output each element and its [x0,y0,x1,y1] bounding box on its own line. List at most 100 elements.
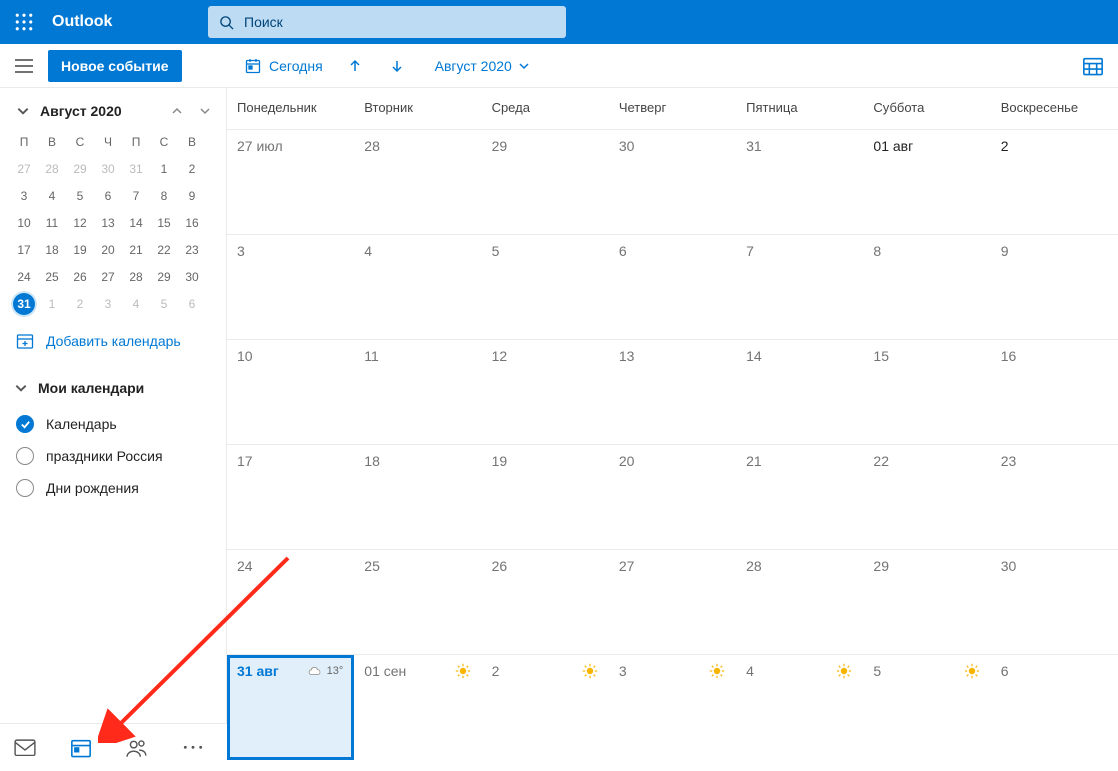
mini-cal-day[interactable]: 27 [94,263,122,290]
mini-cal-day[interactable]: 20 [94,236,122,263]
mini-cal-day[interactable]: 30 [178,263,206,290]
mini-cal-day[interactable]: 23 [178,236,206,263]
grid-day-cell[interactable]: 31 авг13° [227,655,354,760]
month-picker-button[interactable]: Август 2020 [427,52,538,80]
mini-cal-day[interactable]: 21 [122,236,150,263]
grid-day-cell[interactable]: 29 [863,550,990,654]
grid-day-cell[interactable]: 01 авг [863,130,990,234]
mini-cal-day[interactable]: 9 [178,182,206,209]
grid-day-cell[interactable]: 18 [354,445,481,549]
mini-cal-day[interactable]: 7 [122,182,150,209]
mini-cal-day[interactable]: 14 [122,209,150,236]
grid-day-cell[interactable]: 24 [227,550,354,654]
mini-cal-day[interactable]: 22 [150,236,178,263]
mini-cal-day[interactable]: 10 [10,209,38,236]
mini-cal-day[interactable]: 18 [38,236,66,263]
grid-day-cell[interactable]: 28 [736,550,863,654]
mini-cal-day[interactable]: 5 [66,182,94,209]
mini-cal-day[interactable]: 3 [10,182,38,209]
add-calendar-button[interactable]: Добавить календарь [0,318,226,364]
grid-day-cell[interactable]: 31 [736,130,863,234]
grid-day-cell[interactable]: 3 [609,655,736,760]
calendar-list-item[interactable]: Календарь [14,408,212,440]
grid-day-cell[interactable]: 3 [227,235,354,339]
mini-cal-day[interactable]: 5 [150,290,178,317]
mini-cal-day[interactable]: 6 [94,182,122,209]
grid-day-cell[interactable]: 26 [482,550,609,654]
mini-cal-day[interactable]: 4 [38,182,66,209]
today-button[interactable]: Сегодня [237,52,331,80]
grid-day-cell[interactable]: 4 [354,235,481,339]
mini-cal-day[interactable]: 28 [38,155,66,182]
mini-cal-day[interactable]: 4 [122,290,150,317]
grid-day-cell[interactable]: 23 [991,445,1118,549]
calendar-list-item[interactable]: Дни рождения [14,472,212,504]
mini-cal-day[interactable]: 1 [150,155,178,182]
hamburger-button[interactable] [12,54,36,78]
grid-day-cell[interactable]: 11 [354,340,481,444]
grid-day-cell[interactable]: 6 [991,655,1118,760]
prev-period-button[interactable] [337,48,373,84]
mini-cal-day[interactable]: 31 [122,155,150,182]
calendar-nav-button[interactable] [70,737,92,759]
mini-cal-prev-button[interactable] [168,102,186,120]
mini-cal-day[interactable]: 6 [178,290,206,317]
calendar-checkbox[interactable] [16,447,34,465]
mini-cal-day[interactable]: 28 [122,263,150,290]
calendar-list-item[interactable]: праздники Россия [14,440,212,472]
next-period-button[interactable] [379,48,415,84]
mini-cal-day[interactable]: 24 [10,263,38,290]
people-nav-button[interactable] [126,737,148,759]
grid-day-cell[interactable]: 2 [991,130,1118,234]
grid-day-cell[interactable]: 25 [354,550,481,654]
calendar-view-button[interactable] [1082,55,1104,77]
mini-cal-day[interactable]: 13 [94,209,122,236]
mini-cal-day[interactable]: 15 [150,209,178,236]
grid-day-cell[interactable]: 01 сен [354,655,481,760]
mini-cal-day[interactable]: 8 [150,182,178,209]
mini-cal-day[interactable]: 12 [66,209,94,236]
mini-cal-day[interactable]: 26 [66,263,94,290]
mini-cal-day[interactable]: 11 [38,209,66,236]
grid-day-cell[interactable]: 8 [863,235,990,339]
mini-cal-day[interactable]: 29 [66,155,94,182]
mini-cal-day[interactable]: 25 [38,263,66,290]
more-nav-button[interactable] [182,737,204,759]
mini-cal-next-button[interactable] [196,102,214,120]
mini-cal-day[interactable]: 30 [94,155,122,182]
search-input[interactable]: Поиск [208,6,566,38]
grid-day-cell[interactable]: 6 [609,235,736,339]
grid-day-cell[interactable]: 15 [863,340,990,444]
mini-cal-day[interactable]: 19 [66,236,94,263]
mini-cal-collapse-button[interactable] [14,102,32,120]
grid-day-cell[interactable]: 7 [736,235,863,339]
app-launcher-button[interactable] [0,0,48,44]
grid-day-cell[interactable]: 19 [482,445,609,549]
mini-cal-day[interactable]: 2 [66,290,94,317]
mini-cal-day[interactable]: 3 [94,290,122,317]
grid-day-cell[interactable]: 16 [991,340,1118,444]
grid-day-cell[interactable]: 30 [991,550,1118,654]
mini-cal-day[interactable]: 1 [38,290,66,317]
grid-day-cell[interactable]: 22 [863,445,990,549]
new-event-button[interactable]: Новое событие [48,50,182,82]
grid-day-cell[interactable]: 29 [482,130,609,234]
grid-day-cell[interactable]: 17 [227,445,354,549]
my-calendars-toggle[interactable]: Мои календари [14,374,212,402]
mini-cal-day[interactable]: 16 [178,209,206,236]
grid-day-cell[interactable]: 5 [863,655,990,760]
mini-cal-day[interactable]: 2 [178,155,206,182]
grid-day-cell[interactable]: 27 [609,550,736,654]
grid-day-cell[interactable]: 5 [482,235,609,339]
mail-nav-button[interactable] [14,737,36,759]
grid-day-cell[interactable]: 9 [991,235,1118,339]
grid-day-cell[interactable]: 10 [227,340,354,444]
mini-cal-day[interactable]: 27 [10,155,38,182]
grid-day-cell[interactable]: 20 [609,445,736,549]
calendar-checkbox[interactable] [16,479,34,497]
grid-day-cell[interactable]: 28 [354,130,481,234]
grid-day-cell[interactable]: 4 [736,655,863,760]
mini-cal-day[interactable]: 17 [10,236,38,263]
mini-cal-day[interactable]: 31 [13,293,35,315]
grid-day-cell[interactable]: 21 [736,445,863,549]
